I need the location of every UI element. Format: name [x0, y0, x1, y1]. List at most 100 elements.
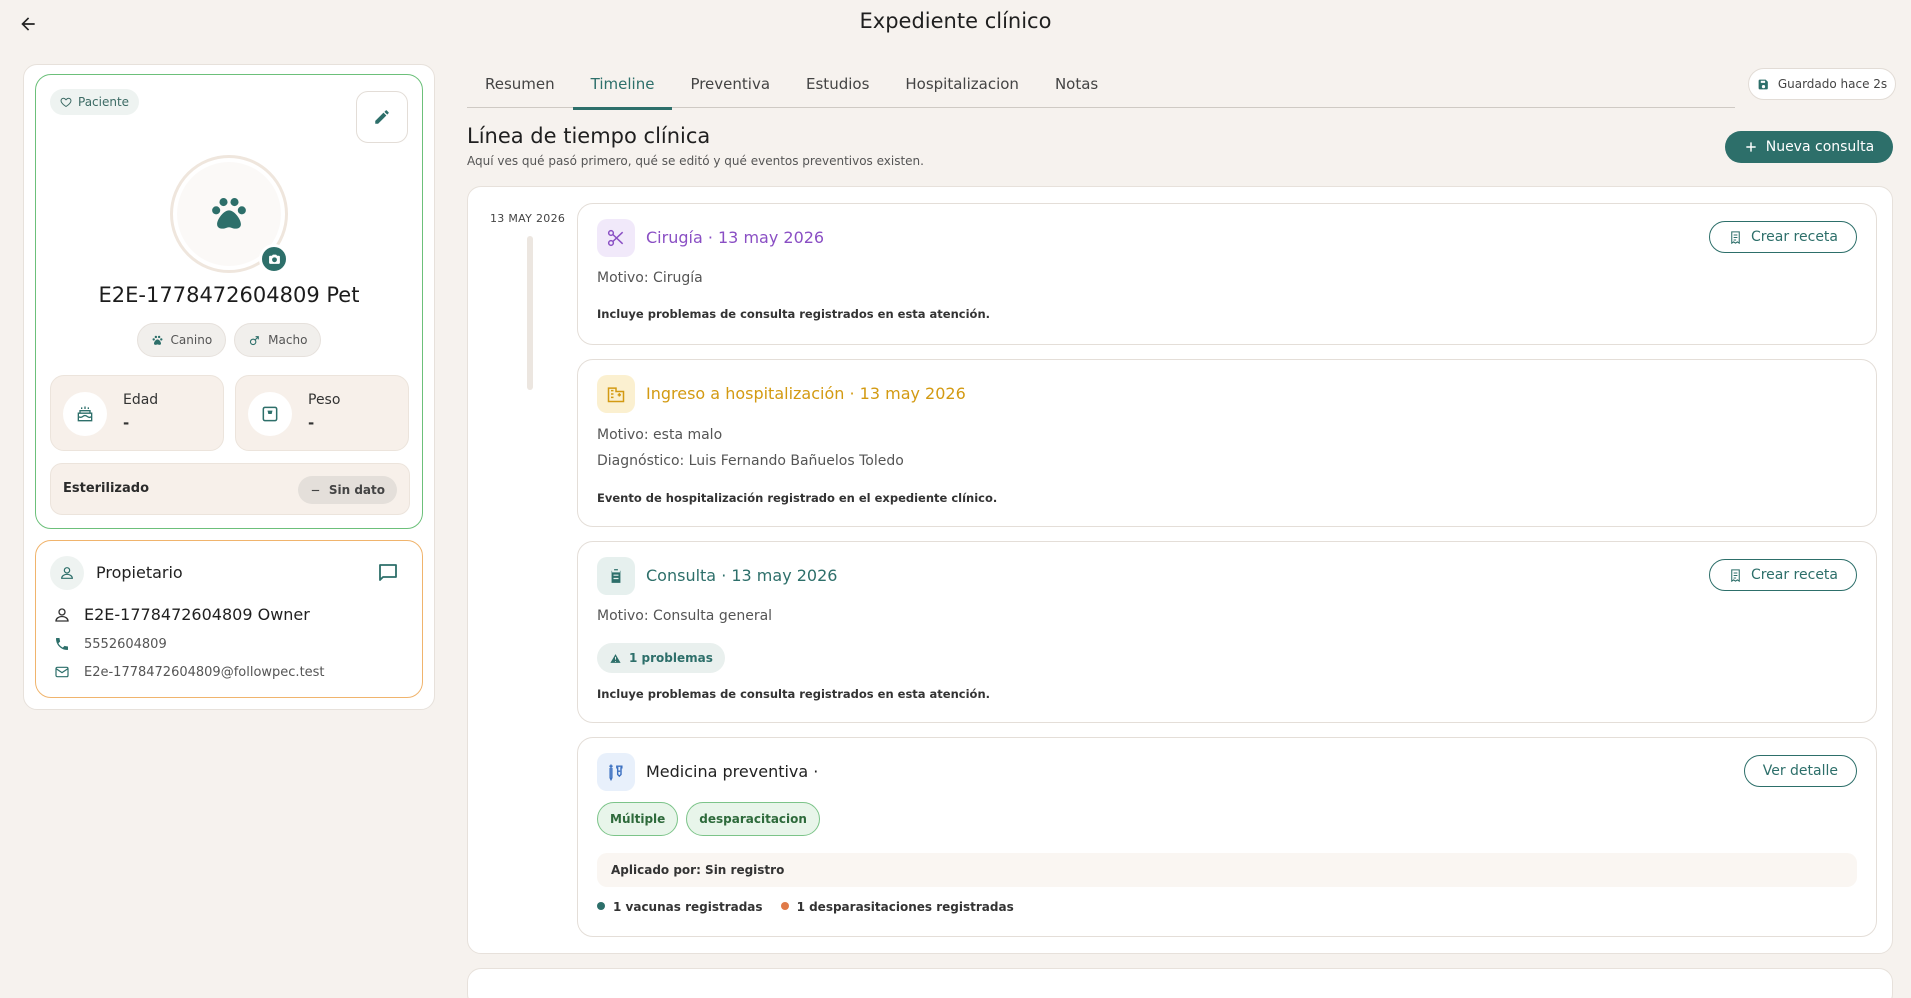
species-label: Canino: [170, 333, 213, 347]
clipboard-icon: [597, 557, 635, 595]
timeline-date: 13 MAY 2026: [490, 212, 566, 225]
weight-label: Peso: [308, 392, 341, 408]
phone-icon: [52, 636, 72, 652]
event-reason: Motivo: esta malo: [597, 427, 723, 443]
syringe-icon: [597, 753, 635, 791]
record-tabs: Resumen Timeline Preventiva Estudios Hos…: [467, 64, 1735, 110]
patient-chip-label: Paciente: [78, 95, 130, 109]
timeline-title: Línea de tiempo clínica: [467, 124, 711, 148]
owner-title: Propietario: [96, 563, 183, 582]
receipt-icon: [1731, 230, 1740, 244]
new-consultation-button[interactable]: Nueva consulta: [1725, 131, 1893, 163]
owner-card: Propietario E2E-1778472604809 Owner 5552…: [35, 540, 423, 698]
save-status-label: Guardado hace 2s: [1777, 77, 1888, 91]
timeline-event-preventive: Medicina preventiva · Ver detalle Múltip…: [577, 737, 1877, 937]
deworming-count: 1 desparasitaciones registradas: [780, 900, 1014, 914]
timeline-next-card: [467, 968, 1893, 998]
event-diagnosis: Diagnóstico: Luis Fernando Bañuelos Tole…: [597, 453, 904, 469]
preventive-tag: Múltiple: [597, 802, 679, 836]
vaccines-count: 1 vacunas registradas: [597, 900, 763, 914]
age-stat: Edad -: [50, 375, 224, 451]
cake-icon: [63, 392, 107, 436]
view-detail-button[interactable]: Ver detalle: [1743, 755, 1857, 787]
patient-chip: Paciente: [50, 89, 140, 115]
species-tag: Canino: [136, 323, 227, 357]
owner-phone[interactable]: 5552604809: [84, 637, 167, 652]
owner-email[interactable]: E2e-1778472604809@followpec.test: [84, 665, 325, 680]
create-prescription-label: Crear receta: [1750, 229, 1838, 245]
event-reason: Motivo: Consulta general: [597, 608, 773, 624]
owner-email-row: E2e-1778472604809@followpec.test: [52, 664, 325, 680]
scale-icon: [248, 392, 292, 436]
event-note: Incluye problemas de consulta registrado…: [597, 307, 991, 321]
sterilized-row: Esterilizado Sin dato: [50, 463, 410, 515]
owner-phone-row: 5552604809: [52, 636, 167, 652]
tab-resumen[interactable]: Resumen: [467, 64, 573, 108]
hospital-icon: [597, 375, 635, 413]
change-photo-button[interactable]: [259, 244, 289, 274]
message-owner-button[interactable]: [374, 559, 402, 587]
male-icon: [250, 335, 260, 345]
pet-name: E2E-1778472604809 Pet: [98, 283, 360, 307]
pet-tags: Canino Macho: [36, 323, 422, 357]
deworming-label: 1 desparasitaciones registradas: [796, 900, 1014, 914]
new-consultation-label: Nueva consulta: [1765, 139, 1875, 155]
create-prescription-button[interactable]: Crear receta: [1708, 559, 1857, 591]
weight-value: -: [308, 414, 315, 432]
edit-patient-button[interactable]: [356, 91, 408, 143]
chat-icon: [379, 564, 397, 581]
minus-icon: [311, 489, 320, 491]
timeline-event-surgery: Cirugía · 13 may 2026 Crear receta Motiv…: [577, 203, 1877, 345]
patient-card: Paciente E2E-1778472604809 Pet Canino Ma…: [35, 74, 423, 529]
timeline-event-consultation: Consulta · 13 may 2026 Crear receta Moti…: [577, 541, 1877, 723]
create-prescription-label: Crear receta: [1750, 567, 1838, 583]
problems-label: 1 problemas: [629, 651, 713, 665]
timeline-subtitle: Aquí ves qué pasó primero, qué se editó …: [467, 154, 924, 168]
tab-hospitalizacion[interactable]: Hospitalizacion: [887, 64, 1037, 108]
event-title: Cirugía · 13 may 2026: [646, 228, 825, 247]
scissors-icon: [597, 219, 635, 257]
sterilized-value: Sin dato: [328, 483, 385, 497]
person-icon: [52, 606, 72, 624]
page-title: Expediente clínico: [859, 9, 1052, 33]
preventive-tags: Múltiple desparacitacion: [597, 802, 820, 836]
timeline-rail: [527, 236, 533, 390]
weight-stat: Peso -: [235, 375, 409, 451]
event-title: Consulta · 13 may 2026: [646, 566, 838, 585]
sterilized-badge: Sin dato: [297, 476, 397, 504]
mail-icon: [52, 664, 72, 680]
tab-notas[interactable]: Notas: [1037, 64, 1116, 108]
event-note: Incluye problemas de consulta registrado…: [597, 687, 991, 701]
pencil-icon: [375, 110, 389, 124]
sex-tag: Macho: [234, 323, 322, 357]
owner-name-row: E2E-1778472604809 Owner: [52, 605, 310, 624]
vaccines-label: 1 vacunas registradas: [613, 900, 763, 914]
sex-label: Macho: [268, 333, 308, 347]
event-title: Medicina preventiva ·: [646, 762, 819, 781]
tab-timeline[interactable]: Timeline: [572, 64, 673, 110]
receipt-icon: [1731, 568, 1740, 582]
save-status-chip: Guardado hace 2s: [1748, 68, 1896, 100]
problems-badge: 1 problemas: [597, 643, 725, 673]
timeline-event-hospitalization: Ingreso a hospitalización · 13 may 2026 …: [577, 359, 1877, 527]
event-title: Ingreso a hospitalización · 13 may 2026: [646, 384, 966, 403]
paw-icon: [212, 198, 246, 229]
warning-icon: [609, 651, 622, 664]
person-icon: [50, 556, 84, 590]
owner-name: E2E-1778472604809 Owner: [84, 605, 310, 624]
event-note: Evento de hospitalización registrado en …: [597, 491, 998, 505]
create-prescription-button[interactable]: Crear receta: [1708, 221, 1857, 253]
preventive-summary: 1 vacunas registradas 1 desparasitacione…: [597, 900, 1014, 914]
view-detail-label: Ver detalle: [1762, 763, 1838, 779]
age-value: -: [123, 414, 130, 432]
age-label: Edad: [123, 392, 159, 408]
save-icon: [1758, 79, 1768, 89]
tab-estudios[interactable]: Estudios: [788, 64, 887, 108]
event-reason: Motivo: Cirugía: [597, 270, 703, 286]
tab-preventiva[interactable]: Preventiva: [672, 64, 788, 108]
camera-icon: [268, 254, 280, 264]
preventive-tag: desparacitacion: [686, 802, 820, 836]
top-bar: Expediente clínico: [0, 0, 1911, 46]
heart-icon: [60, 97, 72, 108]
plus-icon: [1746, 142, 1756, 152]
